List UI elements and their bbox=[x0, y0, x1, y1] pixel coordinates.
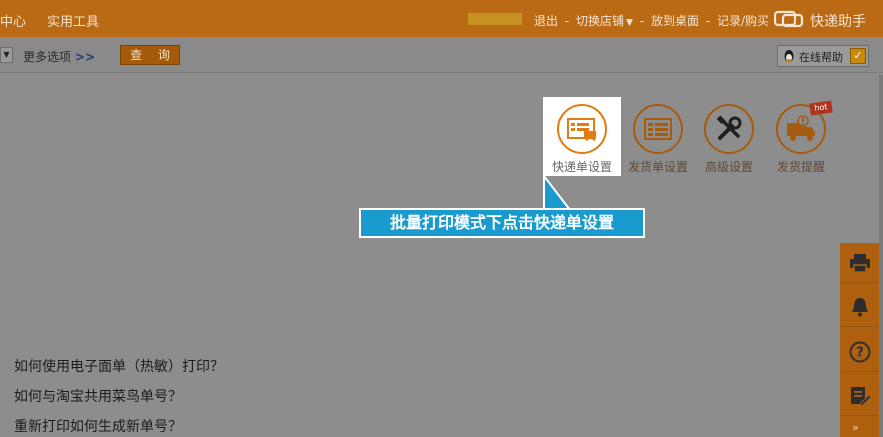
printer-icon bbox=[850, 254, 870, 273]
query-button[interactable]: 查 询 bbox=[120, 45, 180, 65]
tool-advanced-settings[interactable]: 高级设置 bbox=[693, 104, 765, 175]
online-help-button[interactable]: 在线帮助 ✓ bbox=[777, 45, 869, 67]
printer-button[interactable] bbox=[840, 243, 879, 283]
tools-icon bbox=[704, 104, 754, 154]
product-title: 快递助手 bbox=[810, 14, 866, 30]
tool-label: 快递单设置 bbox=[551, 160, 612, 174]
edit-note-button[interactable] bbox=[840, 376, 879, 416]
top-links: 退出 - 切换店铺 ▼ - 放到桌面 - 记录/购买 bbox=[534, 14, 770, 28]
express-slip-icon bbox=[557, 104, 607, 154]
kuaidi-logo-icon bbox=[774, 10, 804, 28]
tool-label: 发货单设置 bbox=[627, 160, 688, 174]
select-dropdown-icon[interactable]: ▼ bbox=[0, 47, 13, 63]
caret-down-icon[interactable]: ▼ bbox=[626, 18, 633, 28]
switch-shop-link[interactable]: 切换店铺 bbox=[576, 14, 624, 28]
help-question-button[interactable]: ? bbox=[840, 332, 879, 372]
tool-delivery-reminder[interactable]: 发货提醒 bbox=[765, 104, 837, 175]
tool-express-slip-settings[interactable]: 快递单设置 bbox=[546, 104, 618, 175]
invoice-icon bbox=[633, 104, 683, 154]
top-bar: 中心 实用工具 退出 - 切换店铺 ▼ - 放到桌面 - 记录/购买 快递助手 bbox=[0, 0, 883, 37]
callout-tip: 批量打印模式下点击快递单设置 bbox=[359, 208, 645, 238]
blurred-username bbox=[468, 13, 522, 25]
faq-link-ewaybill[interactable]: 如何使用电子面单（热敏）打印？ bbox=[14, 356, 224, 376]
tool-label: 发货提醒 bbox=[776, 160, 825, 174]
floating-sidebar: ? » bbox=[840, 243, 879, 437]
check-icon[interactable]: ✓ bbox=[850, 48, 866, 64]
edit-note-icon bbox=[851, 387, 871, 407]
callout-pointer bbox=[543, 176, 572, 211]
nav-tools[interactable]: 实用工具 bbox=[47, 11, 99, 30]
put-desktop-link[interactable]: 放到桌面 bbox=[651, 14, 699, 28]
toolbar: ▼ 更多选项 >> 查 询 在线帮助 ✓ bbox=[0, 37, 883, 73]
faq-link-cainiao[interactable]: 如何与淘宝共用菜鸟单号？ bbox=[14, 386, 182, 406]
svg-text:?: ? bbox=[856, 346, 864, 361]
bell-icon bbox=[852, 298, 868, 317]
more-options-link[interactable]: 更多选项 >> bbox=[23, 48, 95, 65]
bell-button[interactable] bbox=[840, 287, 879, 327]
faq-link-reprint[interactable]: 重新打印如何生成新单号？ bbox=[14, 416, 182, 436]
tool-label: 高级设置 bbox=[704, 160, 753, 174]
scroll-edge bbox=[879, 75, 883, 437]
tool-invoice-settings[interactable]: 发货单设置 bbox=[622, 104, 694, 175]
records-link[interactable]: 记录/购买 bbox=[717, 14, 769, 28]
logout-link[interactable]: 退出 bbox=[534, 14, 558, 28]
expand-chevron-icon[interactable]: » bbox=[852, 421, 859, 434]
nav-center[interactable]: 中心 bbox=[0, 11, 26, 30]
qq-penguin-icon bbox=[784, 50, 794, 63]
double-chevron-right-icon: >> bbox=[75, 50, 96, 64]
question-icon: ? bbox=[849, 341, 871, 363]
